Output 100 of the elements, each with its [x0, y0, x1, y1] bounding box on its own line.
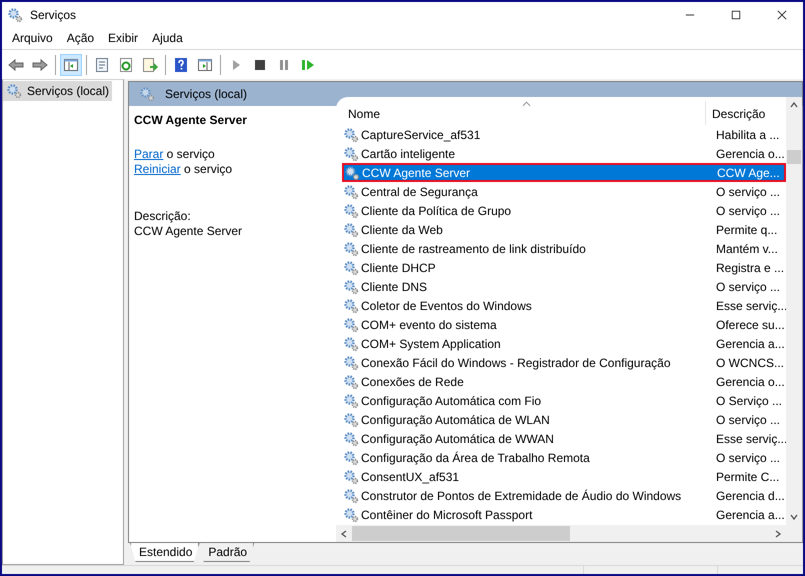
table-row[interactable]: CaptureService_af531 Habilita a ...: [342, 125, 786, 144]
gears-icon: [343, 202, 359, 218]
table-row[interactable]: CCW Agente Server CCW Age...: [342, 163, 786, 182]
table-row[interactable]: ConsentUX_af531 Permite C...: [342, 467, 786, 486]
table-cell-text: CaptureService_af531: [360, 128, 482, 142]
gears-icon: [343, 430, 359, 446]
table-cell-text: Cliente DNS: [360, 280, 428, 294]
gears-icon: [343, 412, 359, 428]
table-cell-text: Construtor de Pontos de Extremidade de Áudio do Windows: [360, 488, 682, 502]
table-cell-text: Gerencia a...: [715, 336, 785, 350]
table-cell-text: O WCNCS...: [715, 356, 784, 370]
table-row[interactable]: Cliente DHCP Registra e ...: [342, 258, 786, 277]
table-cell-text: Configuração Automática com Fio: [360, 394, 542, 408]
table-row[interactable]: Configuração Automática com Fio O Serviço ...: [342, 391, 786, 410]
table-cell-text: Gerencia a...: [715, 508, 785, 522]
close-icon[interactable]: [777, 10, 787, 20]
table-row[interactable]: Cliente da Política de Grupo O serviço ...: [342, 201, 786, 220]
gears-icon: [343, 392, 359, 408]
view-tab[interactable]: Estendido: [130, 543, 200, 562]
table-row[interactable]: Cartão inteligente Gerencia o...: [342, 144, 786, 163]
table-cell-text: Cliente de rastreamento de link distribuído: [360, 242, 587, 256]
table-cell-text: CCW Age...: [716, 166, 780, 180]
table-cell-text: Registra e ...: [715, 260, 784, 274]
table-cell-text: O serviço ...: [715, 280, 780, 294]
scroll-left-icon[interactable]: [339, 528, 349, 538]
table-cell-text: Mantém v...: [715, 242, 778, 256]
scroll-down-icon[interactable]: [789, 512, 799, 522]
table-row[interactable]: Configuração Automática de WLAN O serviço ...: [342, 410, 786, 429]
gears-icon: [343, 468, 359, 484]
gears-icon: [343, 450, 359, 466]
gears-icon: [343, 126, 359, 142]
table-cell-text: O Serviço ...: [715, 394, 782, 408]
table-cell-text: Cliente da Web: [360, 222, 444, 236]
table-cell-text: Configuração Automática de WWAN: [360, 432, 555, 446]
menu-item[interactable]: Arquivo: [5, 29, 60, 47]
column-header[interactable]: Descrição: [706, 101, 786, 125]
table-cell-text: Habilita a ...: [715, 128, 780, 142]
gears-icon: [343, 298, 359, 314]
pane-title: Serviços (local): [165, 87, 248, 101]
console-tree-icon[interactable]: [60, 54, 82, 76]
menu-item[interactable]: Ajuda: [145, 29, 190, 47]
table-cell-text: ConsentUX_af531: [360, 470, 460, 484]
tree-item[interactable]: Serviços (local): [3, 81, 112, 101]
table-cell-text: Oferece su...: [715, 318, 785, 332]
table-cell-text: Configuração da Área de Trabalho Remota: [360, 450, 591, 464]
gears-icon: [343, 240, 359, 256]
gears-icon: [139, 86, 155, 102]
scroll-up-icon[interactable]: [789, 100, 799, 110]
gears-icon: [6, 83, 22, 99]
vertical-scrollbar[interactable]: [786, 97, 802, 525]
table-cell-text: Esse serviç...: [715, 298, 786, 312]
horizontal-scrollbar[interactable]: [336, 525, 802, 542]
action-link[interactable]: Reiniciar: [134, 162, 181, 176]
table-row[interactable]: Construtor de Pontos de Extremidade de Áudio do Windows Gerencia d...: [342, 486, 786, 505]
table-row[interactable]: Configuração Automática de WWAN Esse serviç...: [342, 429, 786, 448]
table-cell-text: Coletor de Eventos do Windows: [360, 298, 533, 312]
gears-icon: [343, 278, 359, 294]
maximize-icon[interactable]: [731, 10, 741, 20]
table-row[interactable]: Configuração da Área de Trabalho Remota O serviço ...: [342, 448, 786, 467]
table-row[interactable]: Central de Segurança O serviço ...: [342, 182, 786, 201]
gears-icon: [343, 336, 359, 352]
table-cell-text: COM+ evento do sistema: [360, 318, 498, 332]
service-title: CCW Agente Server: [134, 113, 248, 128]
table-cell-text: Cartão inteligente: [360, 146, 456, 160]
table-row[interactable]: Coletor de Eventos do Windows Esse serviç...: [342, 296, 786, 315]
table-cell-text: O serviço ...: [715, 450, 780, 464]
description-label: Descrição:: [134, 209, 192, 224]
gears-icon: [343, 222, 359, 238]
description-text: CCW Agente Server: [134, 224, 244, 239]
table-row[interactable]: Conexão Fácil do Windows - Registrador de Configuração O WCNCS...: [342, 353, 786, 372]
action-text: o serviço: [166, 147, 215, 161]
table-row[interactable]: Cliente de rastreamento de link distribuído Mantém v...: [342, 239, 786, 258]
menu-item[interactable]: Exibir: [101, 29, 146, 47]
table-cell-text: Permite q...: [715, 222, 778, 236]
table-cell-text: O serviço ...: [715, 204, 780, 218]
table-row[interactable]: COM+ evento do sistema Oferece su...: [342, 315, 786, 334]
scroll-thumb[interactable]: [352, 526, 570, 541]
gears-icon: [343, 316, 359, 332]
table-cell-text: Conexões de Rede: [360, 374, 465, 388]
window-title: Serviços: [30, 8, 76, 22]
gears-icon: [7, 6, 23, 22]
table-cell-text: O serviço ...: [715, 412, 780, 426]
table-cell-text: Cliente DHCP: [360, 260, 437, 274]
view-tab[interactable]: Padrão: [199, 543, 254, 562]
table-row[interactable]: COM+ System Application Gerencia a...: [342, 334, 786, 353]
scroll-thumb[interactable]: [787, 150, 801, 164]
table-row[interactable]: Contêiner do Microsoft Passport Gerencia a...: [342, 505, 786, 524]
table-cell-text: Permite C...: [715, 470, 780, 484]
table-row[interactable]: Conexões de Rede Gerencia o...: [342, 372, 786, 391]
table-cell-text: Gerencia d...: [715, 488, 785, 502]
table-row[interactable]: Cliente da Web Permite q...: [342, 220, 786, 239]
scroll-right-icon[interactable]: [773, 528, 783, 538]
column-header[interactable]: Nome: [342, 101, 706, 125]
gears-icon: [343, 260, 359, 276]
menu-item[interactable]: Ação: [60, 29, 102, 47]
gears-icon: [343, 506, 359, 522]
gears-icon: [343, 146, 359, 162]
action-link[interactable]: Parar: [134, 147, 164, 161]
table-row[interactable]: Cliente DNS O serviço ...: [342, 277, 786, 296]
gears-icon: [343, 184, 359, 200]
